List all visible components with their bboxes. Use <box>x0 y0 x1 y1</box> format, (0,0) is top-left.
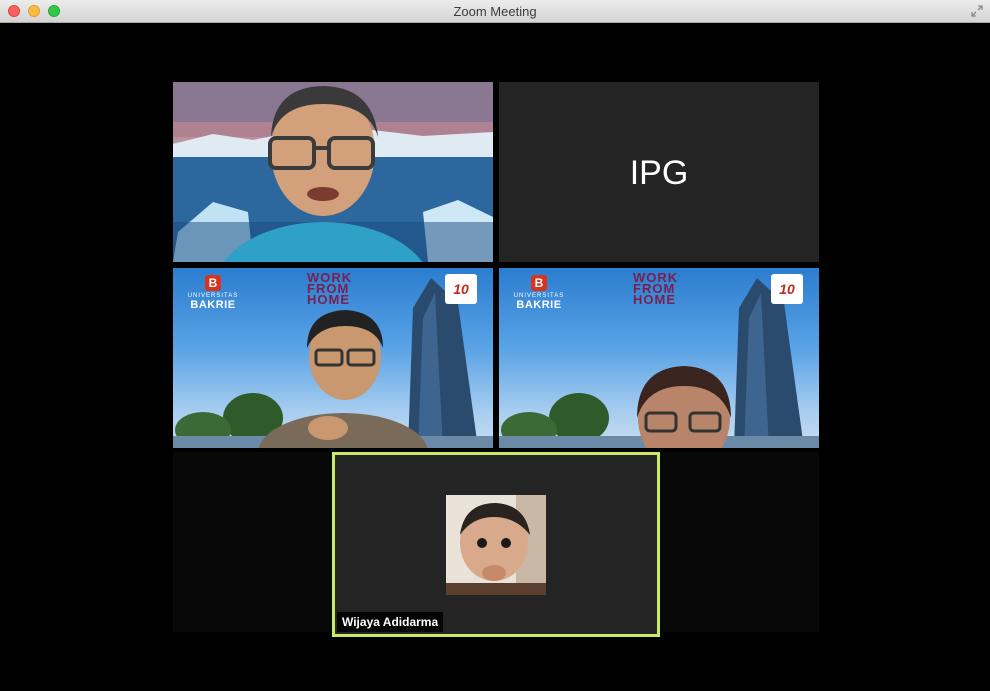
title-bar[interactable]: Zoom Meeting <box>0 0 990 23</box>
university-logo: B UNIVERSITAS BAKRIE <box>513 275 565 311</box>
participant-name: IPG <box>629 154 689 192</box>
anniversary-badge: 10 <box>771 274 803 304</box>
wfh-logo: WORK FROM HOME <box>307 270 353 307</box>
zoom-window: Zoom Meeting IPG B UNIVERSITAS BAKRIE WO… <box>0 0 990 691</box>
university-logo: B UNIVERSITAS BAKRIE <box>187 275 239 311</box>
speaker-name-label: Wijaya Adidarma <box>337 612 444 632</box>
fullscreen-icon[interactable] <box>970 4 984 18</box>
active-speaker-tile[interactable]: Wijaya Adidarma <box>332 452 660 637</box>
participant-tile-4[interactable]: B UNIVERSITAS BAKRIE WORK FROM HOME 10 <box>499 268 819 448</box>
wfh-logo: WORK FROM HOME <box>633 270 679 307</box>
participant-tile-2[interactable]: IPG <box>499 82 819 262</box>
window-title: Zoom Meeting <box>453 4 537 19</box>
avatar <box>446 495 546 595</box>
participant-video <box>173 82 493 262</box>
participant-tile-3[interactable]: B UNIVERSITAS BAKRIE WORK FROM HOME 10 <box>173 268 493 448</box>
anniversary-badge: 10 <box>445 274 477 304</box>
participant-tile-1[interactable] <box>173 82 493 262</box>
